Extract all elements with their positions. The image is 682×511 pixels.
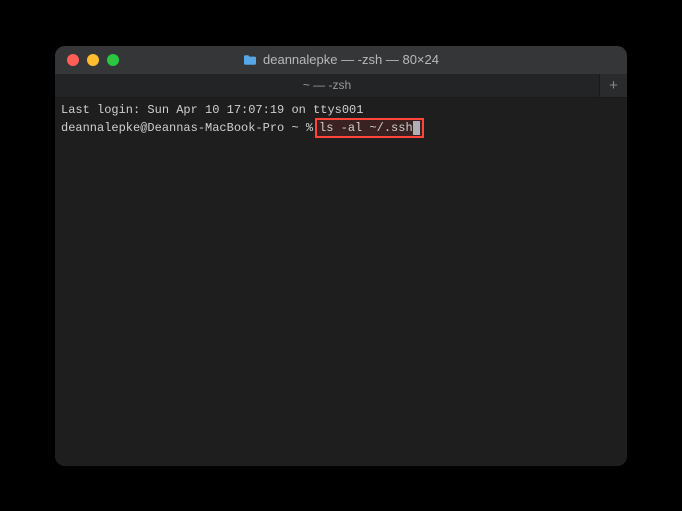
terminal-window: deannalepke — -zsh — 80×24 ~ — -zsh + La… (55, 46, 627, 466)
maximize-window-button[interactable] (107, 54, 119, 66)
folder-icon (243, 54, 257, 66)
command-highlight: ls -al ~/.ssh (315, 118, 424, 138)
shell-prompt: deannalepke@Deannas-MacBook-Pro ~ % (61, 121, 313, 135)
minimize-window-button[interactable] (87, 54, 99, 66)
window-title-group: deannalepke — -zsh — 80×24 (243, 52, 439, 67)
tab-label: ~ — -zsh (303, 78, 351, 92)
cursor (413, 121, 420, 135)
window-title: deannalepke — -zsh — 80×24 (263, 52, 439, 67)
last-login-line: Last login: Sun Apr 10 17:07:19 on ttys0… (61, 102, 621, 118)
titlebar: deannalepke — -zsh — 80×24 (55, 46, 627, 74)
tab-zsh[interactable]: ~ — -zsh (55, 74, 599, 97)
terminal-content[interactable]: Last login: Sun Apr 10 17:07:19 on ttys0… (55, 98, 627, 466)
traffic-lights (55, 54, 119, 66)
new-tab-button[interactable]: + (599, 74, 627, 97)
command-text: ls -al ~/.ssh (319, 121, 413, 135)
plus-icon: + (609, 77, 618, 94)
prompt-line: deannalepke@Deannas-MacBook-Pro ~ % ls -a… (61, 118, 621, 138)
tabbar: ~ — -zsh + (55, 74, 627, 98)
close-window-button[interactable] (67, 54, 79, 66)
